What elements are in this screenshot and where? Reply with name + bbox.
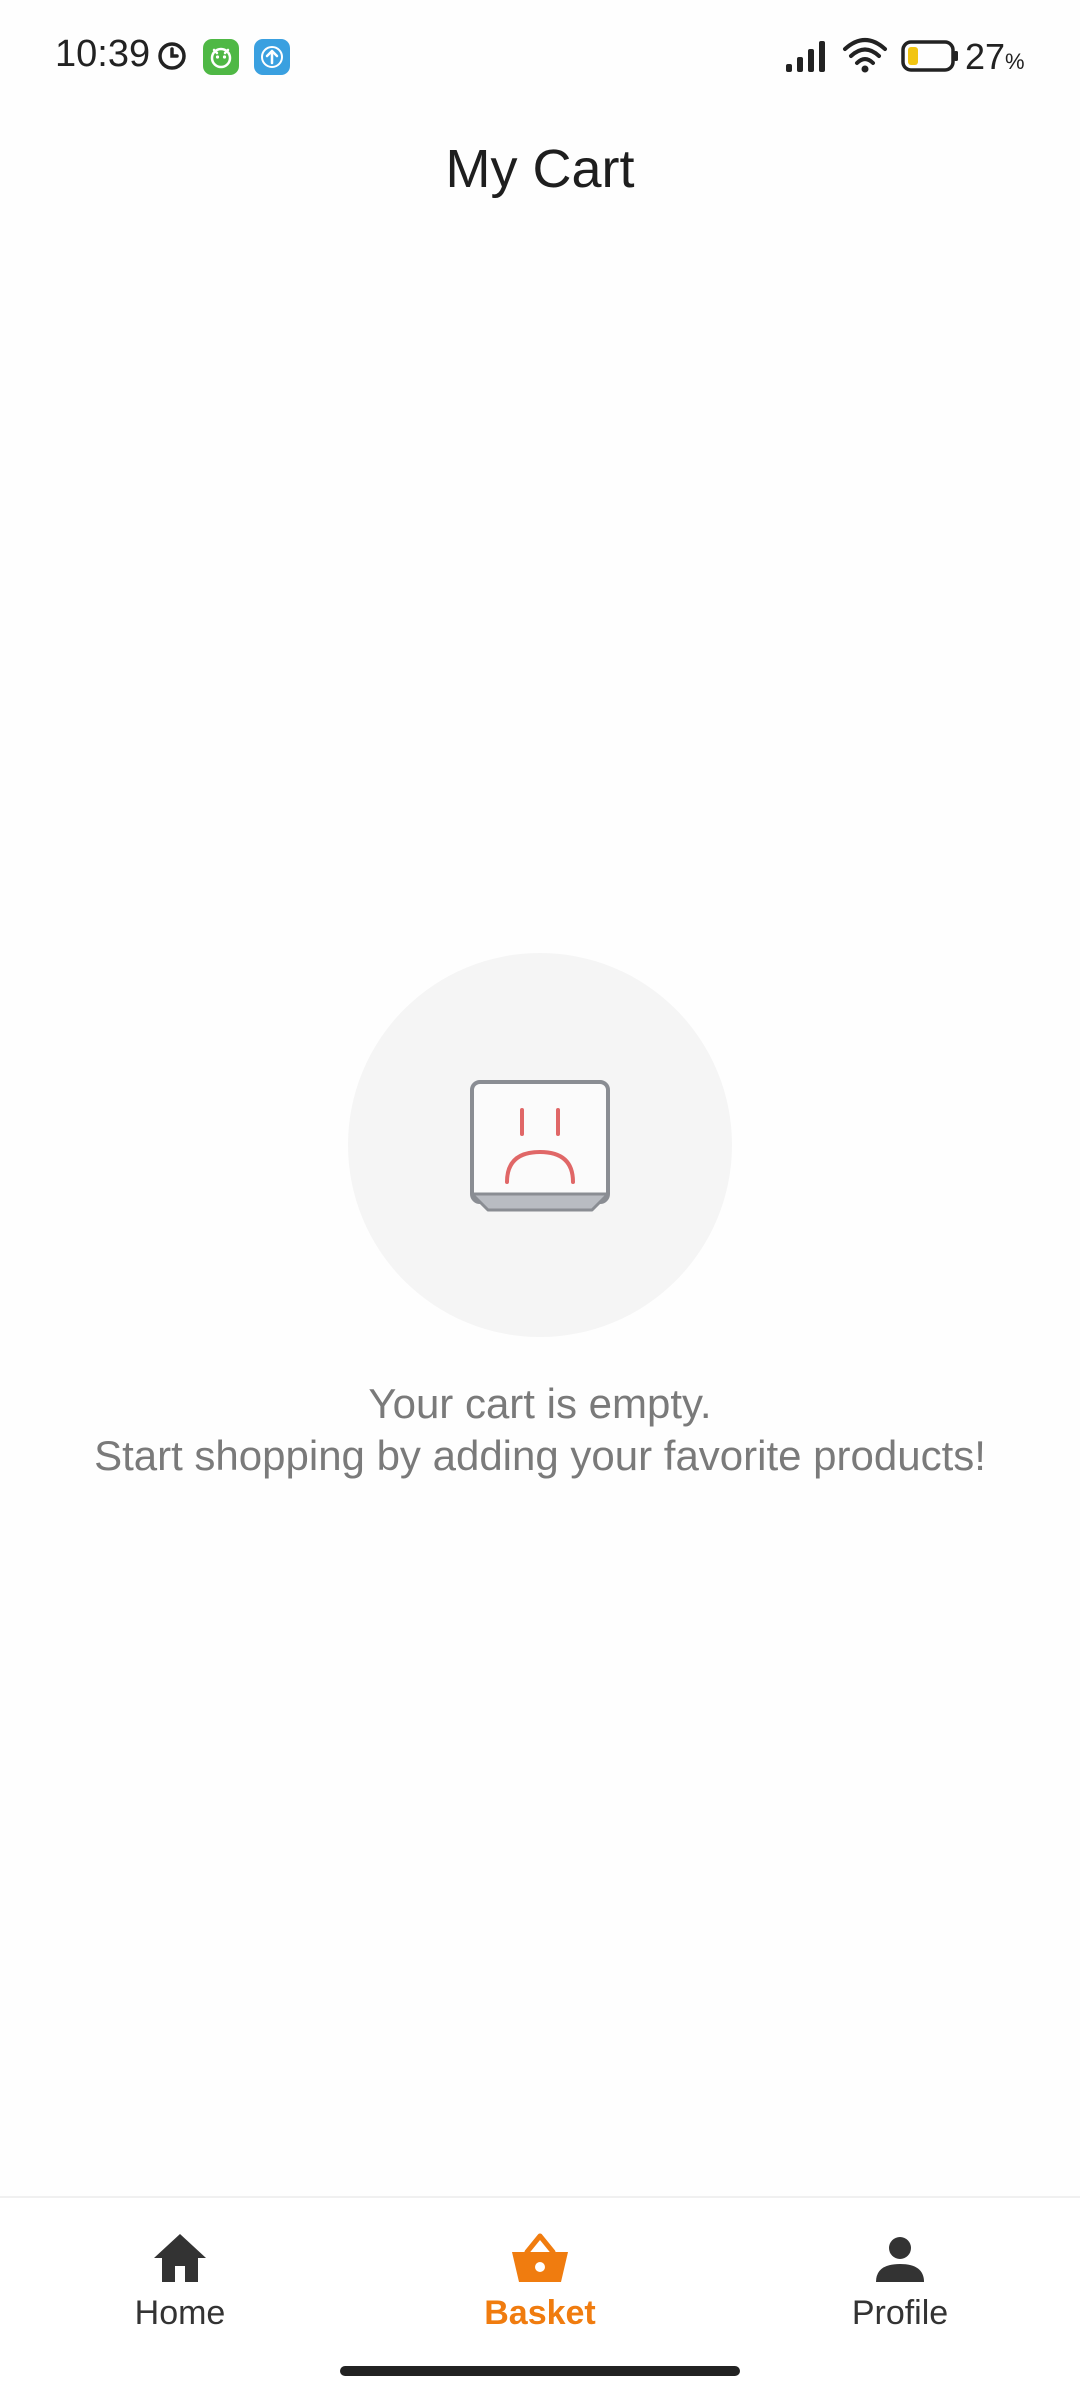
nav-item-basket[interactable]: Basket xyxy=(360,2198,720,2368)
clock-icon xyxy=(158,42,186,70)
nav-label-basket: Basket xyxy=(484,2294,596,2332)
signal-icon xyxy=(786,41,825,72)
app-notification-icon-green xyxy=(203,39,239,75)
battery-level: 27 xyxy=(965,36,1006,77)
wifi-icon xyxy=(843,38,887,73)
gesture-home-indicator[interactable] xyxy=(340,2366,740,2376)
nav-item-home[interactable]: Home xyxy=(0,2198,360,2368)
upload-notification-icon xyxy=(254,39,290,75)
home-icon xyxy=(154,2234,206,2282)
empty-cart-title: Your cart is empty. xyxy=(368,1380,712,1427)
status-bar: 10:39 27% xyxy=(0,0,1080,115)
page-title: My Cart xyxy=(445,139,635,199)
battery-percentage: 27% xyxy=(965,36,1025,78)
nav-label-profile: Profile xyxy=(851,2294,949,2332)
sad-box-icon xyxy=(470,1080,610,1212)
battery-unit: % xyxy=(1005,49,1025,74)
empty-cart-subtitle: Start shopping by adding your favorite p… xyxy=(94,1432,986,1479)
cart-screen: 10:39 27% My Cart Your cart is empty. St… xyxy=(0,0,1080,2400)
basket-icon xyxy=(512,2233,568,2282)
empty-cart-message: Your cart is empty. Start shopping by ad… xyxy=(0,1378,1080,1482)
status-time: 10:39 xyxy=(55,33,151,75)
person-icon xyxy=(876,2237,924,2282)
nav-item-profile[interactable]: Profile xyxy=(720,2198,1080,2368)
battery-icon xyxy=(901,40,958,72)
nav-label-home: Home xyxy=(134,2294,226,2332)
